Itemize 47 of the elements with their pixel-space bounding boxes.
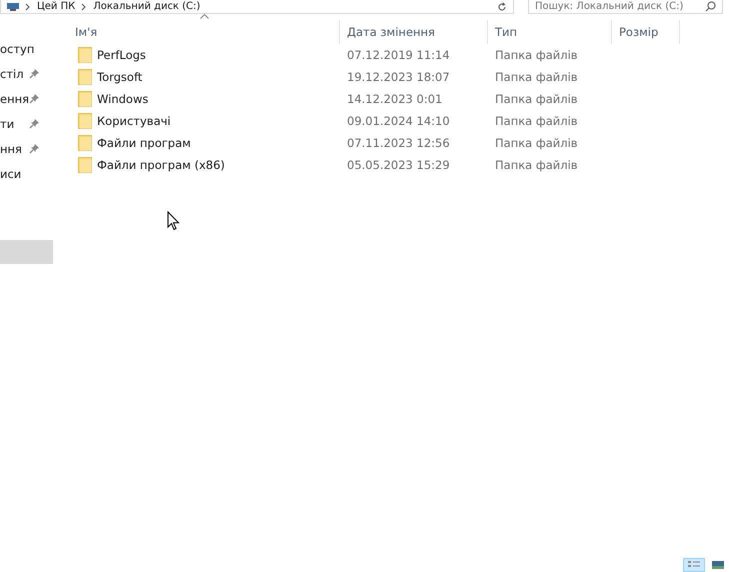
- chevron-icon: [81, 2, 88, 10]
- column-header[interactable]: Розмір: [612, 20, 680, 44]
- date-cell: 07.12.2019 11:14: [347, 48, 450, 62]
- date-cell: 05.05.2023 15:29: [347, 158, 450, 172]
- breadcrumb[interactable]: Цей ПК: [37, 1, 76, 12]
- folder-icon: [78, 157, 92, 173]
- column-header[interactable]: Тип: [488, 20, 612, 44]
- list-icon: [687, 560, 701, 570]
- column-header[interactable]: Ім'я: [68, 20, 340, 44]
- breadcrumb[interactable]: Локальний диск (C:): [93, 1, 200, 12]
- sidebar-item[interactable]: стіл: [0, 61, 54, 86]
- sidebar-item[interactable]: иси: [0, 161, 54, 186]
- file-name[interactable]: Torgsoft: [97, 70, 142, 84]
- type-cell: Папка файлів: [495, 48, 578, 62]
- sidebar-item[interactable]: ти: [0, 111, 54, 136]
- folder-icon: [78, 69, 92, 85]
- folder-icon: [78, 135, 92, 151]
- sidebar-item[interactable]: ення: [0, 86, 54, 111]
- file-name[interactable]: PerfLogs: [97, 48, 146, 62]
- column-header[interactable]: Дата змінення: [340, 20, 488, 44]
- file-name[interactable]: Файли програм (x86): [97, 158, 225, 172]
- folder-icon: [78, 91, 92, 107]
- address-bar[interactable]: Цей ПК Локальний диск (C:): [0, 0, 514, 14]
- date-cell: 19.12.2023 18:07: [347, 70, 450, 84]
- folder-icon: [78, 47, 92, 63]
- refresh-icon[interactable]: [497, 2, 507, 12]
- file-name[interactable]: Користувачі: [97, 114, 171, 128]
- computer-icon: [7, 2, 19, 10]
- sidebar-item[interactable]: оступ: [0, 36, 54, 61]
- type-cell: Папка файлів: [495, 114, 578, 128]
- details-view-button[interactable]: [683, 558, 705, 572]
- search-field[interactable]: Пошук: Локальний диск (C:): [528, 0, 723, 14]
- chevron-icon: [25, 2, 31, 10]
- type-cell: Папка файлів: [495, 158, 578, 172]
- type-cell: Папка файлів: [495, 92, 578, 106]
- picture-icon: [711, 560, 725, 570]
- type-cell: Папка файлів: [495, 136, 578, 150]
- date-cell: 14.12.2023 0:01: [347, 92, 442, 106]
- date-cell: 07.11.2023 12:56: [347, 136, 450, 150]
- sidebar-item[interactable]: ння: [0, 136, 54, 161]
- folder-icon: [78, 113, 92, 129]
- date-cell: 09.01.2024 14:10: [347, 114, 450, 128]
- mouse-pointer-icon: [167, 211, 180, 231]
- type-cell: Папка файлів: [495, 70, 578, 84]
- file-name[interactable]: Windows: [97, 92, 148, 106]
- file-name[interactable]: Файли програм: [97, 136, 191, 150]
- search-icon: [705, 1, 716, 12]
